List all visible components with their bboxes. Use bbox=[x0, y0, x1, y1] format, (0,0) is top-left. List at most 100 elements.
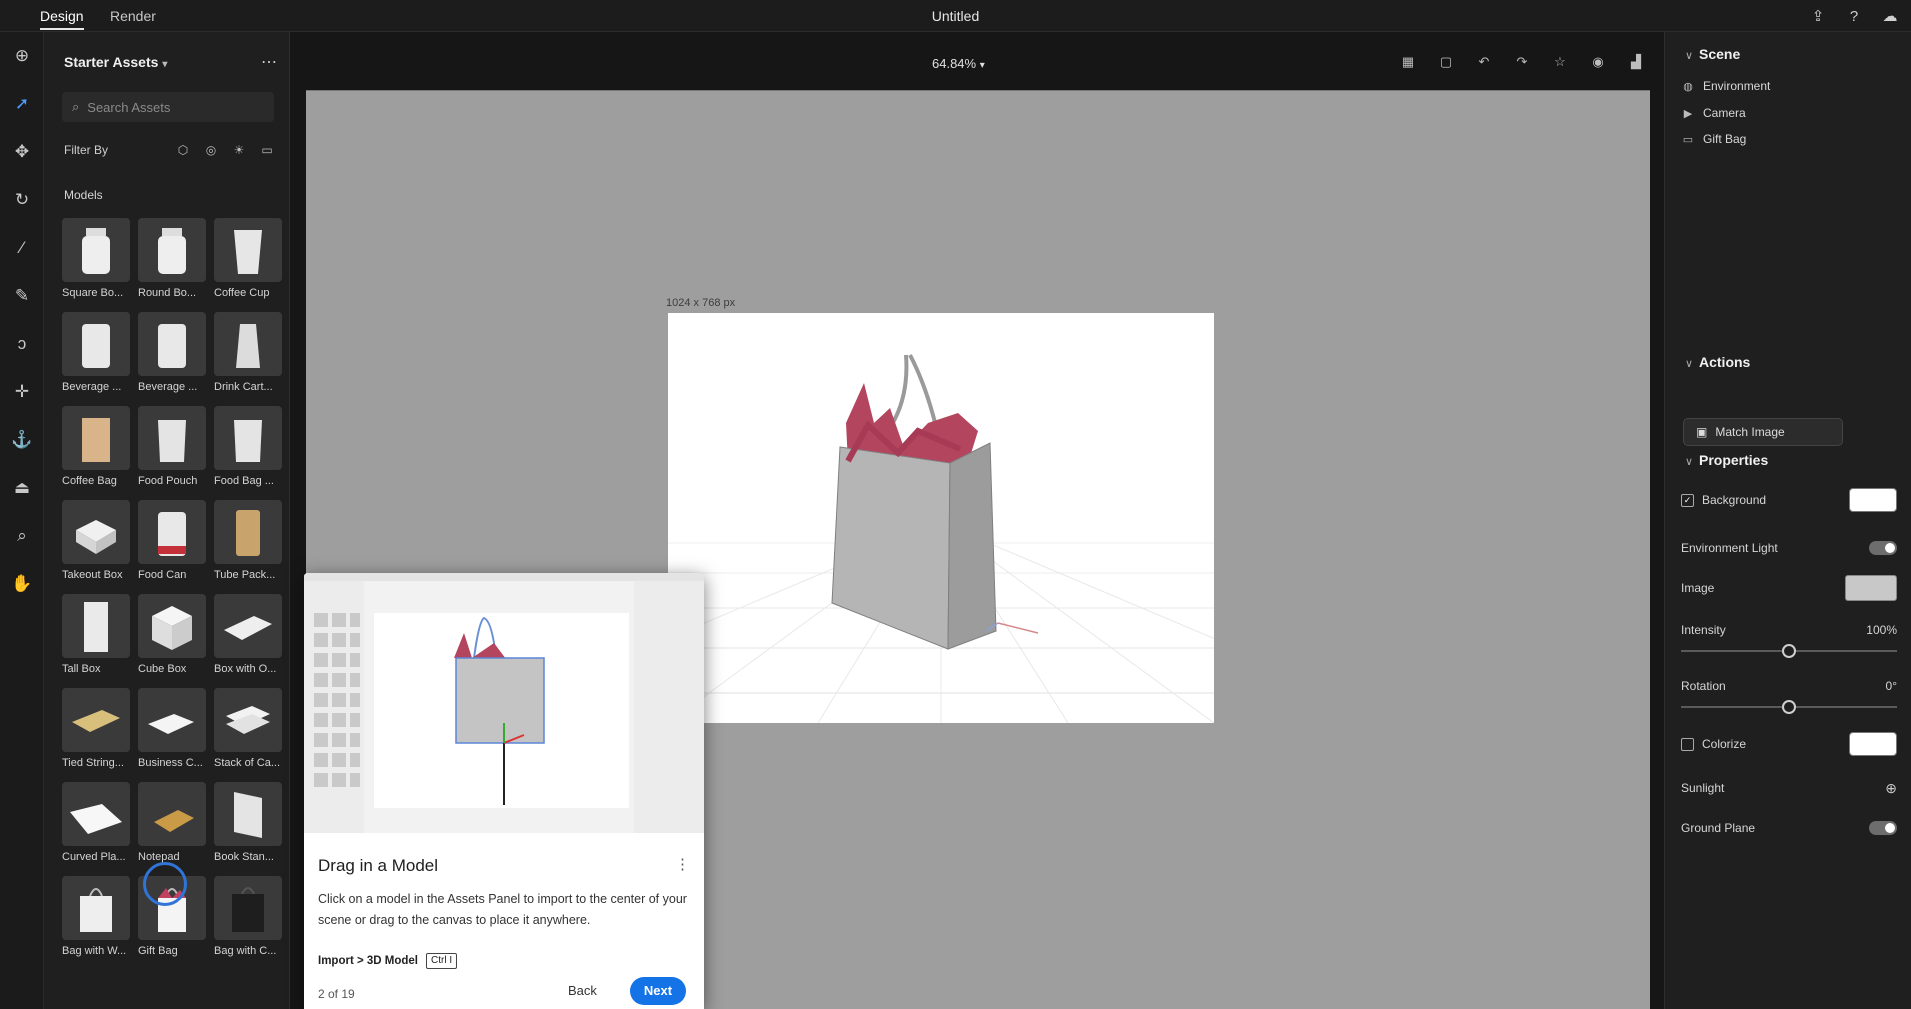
match-image-button[interactable]: ▣ Match Image bbox=[1683, 418, 1843, 446]
environment-light-toggle[interactable] bbox=[1869, 541, 1897, 555]
asset-thumbnail[interactable] bbox=[214, 594, 282, 658]
cube-filter-icon[interactable]: ⬡ bbox=[174, 141, 192, 159]
camera-icon[interactable]: ◉ bbox=[1588, 52, 1608, 72]
asset-thumbnail[interactable] bbox=[62, 500, 130, 564]
asset-item[interactable]: Beverage ... bbox=[138, 312, 206, 397]
asset-item[interactable]: Tied String... bbox=[62, 688, 130, 773]
asset-item[interactable]: Coffee Cup bbox=[214, 218, 282, 303]
frame-icon[interactable]: ▢ bbox=[1436, 52, 1456, 72]
asset-item[interactable]: Notepad bbox=[138, 782, 206, 867]
eyedropper-icon[interactable]: ✎ bbox=[0, 272, 44, 320]
asset-thumbnail[interactable] bbox=[62, 594, 130, 658]
properties-section-header[interactable]: ∨ Properties bbox=[1665, 452, 1911, 468]
asset-thumbnail[interactable] bbox=[138, 500, 206, 564]
back-button[interactable]: Back bbox=[568, 977, 597, 1005]
actions-section-header[interactable]: ∨ Actions bbox=[1665, 354, 1911, 370]
undo-icon[interactable]: ↶ bbox=[1474, 52, 1494, 72]
asset-thumbnail[interactable] bbox=[214, 876, 282, 940]
magic-wand-icon[interactable]: ⁄ bbox=[0, 224, 44, 272]
scene-section-header[interactable]: ∨ Scene bbox=[1665, 46, 1911, 62]
asset-item[interactable]: Square Bo... bbox=[62, 218, 130, 303]
asset-item[interactable]: Stack of Ca... bbox=[214, 688, 282, 773]
asset-thumbnail[interactable] bbox=[214, 406, 282, 470]
tab-design[interactable]: Design bbox=[40, 0, 84, 32]
share-icon[interactable]: ⇪ bbox=[1807, 5, 1829, 27]
asset-thumbnail[interactable] bbox=[62, 782, 130, 846]
grid-icon[interactable]: ▦ bbox=[1398, 52, 1418, 72]
add-sunlight-icon[interactable]: ⊕ bbox=[1885, 780, 1897, 797]
more-options-icon[interactable]: ⋯ bbox=[261, 52, 277, 72]
environment-image-thumbnail[interactable] bbox=[1845, 575, 1897, 601]
light-filter-icon[interactable]: ☀ bbox=[230, 141, 248, 159]
asset-item[interactable]: Tube Pack... bbox=[214, 500, 282, 585]
star-icon[interactable]: ☆ bbox=[1550, 52, 1570, 72]
redo-icon[interactable]: ↷ bbox=[1512, 52, 1532, 72]
asset-item[interactable]: Bag with C... bbox=[214, 876, 282, 961]
asset-thumbnail[interactable] bbox=[214, 688, 282, 752]
asset-thumbnail[interactable] bbox=[214, 312, 282, 376]
asset-item[interactable]: Book Stan... bbox=[214, 782, 282, 867]
asset-item[interactable]: Coffee Bag bbox=[62, 406, 130, 491]
asset-thumbnail[interactable] bbox=[138, 688, 206, 752]
image-filter-icon[interactable]: ▭ bbox=[258, 141, 276, 159]
next-button[interactable]: Next bbox=[630, 977, 686, 1005]
help-icon[interactable]: ? bbox=[1843, 5, 1865, 27]
asset-item[interactable]: Takeout Box bbox=[62, 500, 130, 585]
asset-thumbnail[interactable] bbox=[214, 500, 282, 564]
asset-thumbnail[interactable] bbox=[214, 782, 282, 846]
asset-thumbnail[interactable] bbox=[62, 688, 130, 752]
orbit-icon[interactable]: ↻ bbox=[0, 176, 44, 224]
intensity-slider-handle[interactable] bbox=[1782, 644, 1796, 658]
ground-plane-toggle[interactable] bbox=[1869, 821, 1897, 835]
colorize-checkbox[interactable] bbox=[1681, 737, 1694, 751]
asset-item[interactable]: Food Can bbox=[138, 500, 206, 585]
zoom-icon[interactable]: ⌕ bbox=[0, 512, 44, 560]
asset-item[interactable]: Bag with W... bbox=[62, 876, 130, 961]
asset-thumbnail[interactable] bbox=[138, 406, 206, 470]
background-color-swatch[interactable] bbox=[1849, 488, 1897, 512]
histogram-icon[interactable]: ▟ bbox=[1626, 52, 1646, 72]
rotation-slider-handle[interactable] bbox=[1782, 700, 1796, 714]
asset-thumbnail[interactable] bbox=[138, 312, 206, 376]
select-icon[interactable]: ➚ bbox=[0, 80, 44, 128]
asset-thumbnail[interactable] bbox=[62, 312, 130, 376]
asset-item[interactable]: Tall Box bbox=[62, 594, 130, 679]
asset-item[interactable]: Food Bag ... bbox=[214, 406, 282, 491]
cloud-icon[interactable]: ☁ bbox=[1879, 5, 1901, 27]
rotation-slider[interactable] bbox=[1681, 700, 1897, 714]
assets-title[interactable]: Starter Assets ▾ bbox=[64, 54, 167, 70]
colorize-color-swatch[interactable] bbox=[1849, 732, 1897, 756]
background-checkbox[interactable]: ✓ bbox=[1681, 493, 1694, 507]
asset-thumbnail[interactable] bbox=[62, 876, 130, 940]
zoom-dropdown[interactable]: 64.84% ▾ bbox=[932, 52, 985, 76]
asset-thumbnail[interactable] bbox=[62, 406, 130, 470]
asset-item[interactable]: Beverage ... bbox=[62, 312, 130, 397]
asset-item[interactable]: Drink Cart... bbox=[214, 312, 282, 397]
asset-thumbnail[interactable] bbox=[138, 594, 206, 658]
add-icon[interactable]: ⊕ bbox=[0, 32, 44, 80]
asset-item[interactable]: Food Pouch bbox=[138, 406, 206, 491]
anchor-icon[interactable]: ⚓ bbox=[0, 416, 44, 464]
asset-thumbnail[interactable] bbox=[138, 782, 206, 846]
camera-tripod-icon[interactable]: ⏏ bbox=[0, 464, 44, 512]
hand-icon[interactable]: ✋ bbox=[0, 560, 44, 608]
move-icon[interactable]: ✥ bbox=[0, 128, 44, 176]
popup-more-icon[interactable]: ⋮ bbox=[675, 855, 690, 873]
asset-thumbnail[interactable] bbox=[138, 218, 206, 282]
asset-item[interactable]: Business C... bbox=[138, 688, 206, 773]
tab-render[interactable]: Render bbox=[110, 0, 156, 32]
scene-item-environment[interactable]: ◍ Environment bbox=[1681, 79, 1770, 93]
artboard[interactable] bbox=[668, 313, 1214, 723]
scene-item-camera[interactable]: ▶ Camera bbox=[1681, 106, 1746, 120]
asset-thumbnail[interactable] bbox=[214, 218, 282, 282]
scene-item-gift-bag[interactable]: ▭ Gift Bag bbox=[1681, 132, 1747, 146]
lasso-icon[interactable]: ↄ bbox=[0, 320, 44, 368]
asset-item[interactable]: Box with O... bbox=[214, 594, 282, 679]
asset-item[interactable]: Round Bo... bbox=[138, 218, 206, 303]
asset-item[interactable]: Cube Box bbox=[138, 594, 206, 679]
crosshair-icon[interactable]: ✛ bbox=[0, 368, 44, 416]
intensity-slider[interactable] bbox=[1681, 644, 1897, 658]
asset-thumbnail[interactable] bbox=[62, 218, 130, 282]
search-input[interactable] bbox=[87, 99, 258, 115]
material-filter-icon[interactable]: ◎ bbox=[202, 141, 220, 159]
